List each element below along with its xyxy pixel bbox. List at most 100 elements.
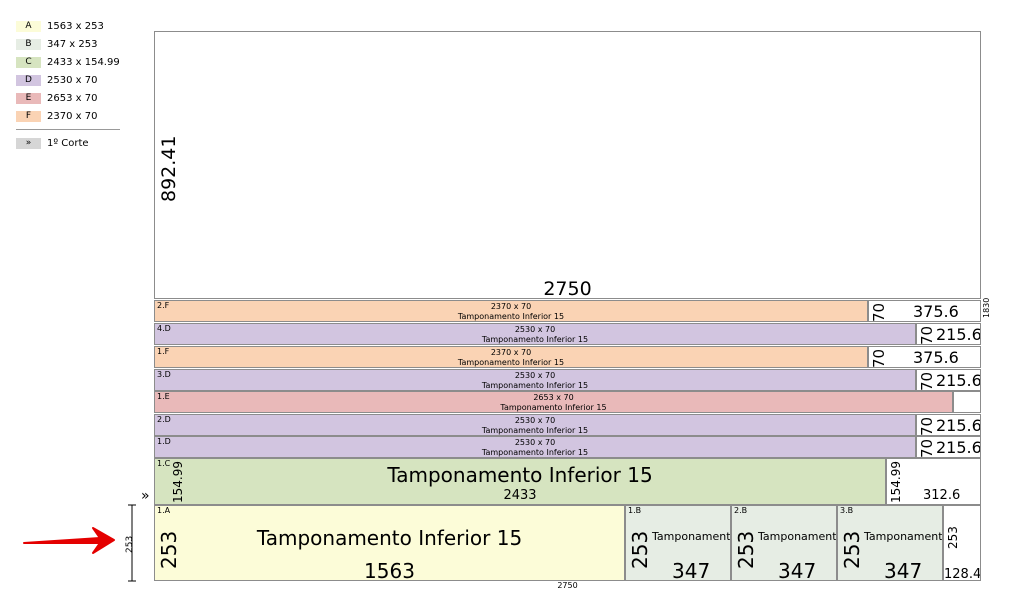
piece-size: 2530 x 70	[514, 416, 556, 425]
piece-4d[interactable]: 4.D 2530 x 70 Tamponamento Inferior 15	[154, 323, 916, 345]
piece-size: 2530 x 70	[514, 325, 556, 334]
piece-height: 253	[628, 530, 652, 569]
piece-3d[interactable]: 3.D 2530 x 70 Tamponamento Inferior 15	[154, 369, 916, 391]
piece-name: Tamponamento Inferior 15	[457, 358, 565, 367]
legend-size: 347 x 253	[47, 38, 98, 50]
piece-1e[interactable]: 1.E 2653 x 70 Tamponamento Inferior 15	[154, 391, 953, 413]
piece-1c[interactable]: 1.C 154.99 Tamponamento Inferior 15 2433	[154, 458, 886, 505]
piece-caption: 2370 x 70 Tamponamento Inferior 15	[155, 302, 867, 321]
waste-width: 128.4	[944, 567, 981, 581]
piece-id: 1.A	[157, 506, 171, 515]
piece-id: 1.B	[628, 506, 642, 515]
piece-width: 347	[884, 559, 923, 581]
piece-name: Tamponamento Inferior 15	[457, 312, 565, 321]
waste-bottom[interactable]: 253 128.4	[943, 505, 981, 581]
legend-swatch: C	[16, 56, 41, 68]
waste-1e[interactable]	[953, 391, 981, 413]
piece-name: Tamponamento	[758, 530, 837, 543]
piece-name: Tamponamento Inferior 15	[481, 426, 589, 435]
piece-3b[interactable]: 3.B 253 Tamponamento 347	[837, 505, 943, 581]
waste-height: 70	[918, 371, 936, 391]
waste-height: 70	[870, 302, 888, 322]
waste-top-height: 892.41	[158, 135, 180, 202]
piece-name: Tamponamento Inferior 15	[387, 463, 653, 487]
legend-item-b[interactable]: B 347 x 253	[16, 35, 120, 53]
waste-top-area[interactable]: 892.41 2750	[154, 31, 981, 299]
piece-size: 2370 x 70	[490, 348, 532, 357]
waste-width: 312.6	[923, 488, 961, 503]
piece-size: 2530 x 70	[514, 438, 556, 447]
piece-name: Tamponamento Inferior 15	[500, 403, 607, 412]
piece-1a[interactable]: 1.A 253 Tamponamento Inferior 15 1563	[154, 505, 625, 581]
legend-size: 2433 x 154.99	[47, 56, 120, 68]
waste-2d[interactable]: 70 215.6	[916, 414, 981, 436]
legend-item-c[interactable]: C 2433 x 154.99	[16, 53, 120, 71]
piece-id: 2.B	[734, 506, 748, 515]
legend-swatch: A	[16, 20, 41, 32]
waste-1f[interactable]: 70 375.6	[868, 346, 981, 368]
bottom-width-label: 2750	[557, 581, 578, 590]
legend-divider	[16, 129, 120, 130]
piece-name: Tamponamento	[652, 530, 731, 543]
piece-width: 1563	[364, 559, 415, 581]
waste-width: 375.6	[913, 302, 959, 321]
piece-2d[interactable]: 2.D 2530 x 70 Tamponamento Inferior 15	[154, 414, 916, 436]
piece-1b[interactable]: 1.B 253 Tamponamento 347	[625, 505, 731, 581]
piece-2f[interactable]: 2.F 2370 x 70 Tamponamento Inferior 15	[154, 300, 868, 322]
piece-name: Tamponamento Inferior 15	[256, 526, 523, 550]
waste-top-width: 2750	[543, 278, 592, 299]
legend-swatch: B	[16, 38, 41, 50]
legend-item-f[interactable]: F 2370 x 70	[16, 107, 120, 125]
piece-height: 253	[840, 530, 864, 569]
piece-name: Tamponamento Inferior 15	[481, 448, 589, 457]
piece-1f[interactable]: 1.F 2370 x 70 Tamponamento Inferior 15	[154, 346, 868, 368]
waste-height: 154.99	[889, 461, 903, 503]
waste-width: 215.6	[936, 371, 981, 390]
waste-height: 253	[946, 526, 960, 549]
legend-swatch: D	[16, 74, 41, 86]
piece-height: 253	[734, 530, 758, 569]
piece-2b[interactable]: 2.B 253 Tamponamento 347	[731, 505, 837, 581]
waste-height: 70	[918, 438, 936, 458]
waste-height: 70	[918, 325, 936, 345]
legend-size: 2530 x 70	[47, 74, 98, 86]
piece-id: 3.B	[840, 506, 854, 515]
piece-name: Tamponamento Inferior 15	[481, 381, 589, 390]
waste-width: 375.6	[913, 348, 959, 367]
legend-size: 1563 x 253	[47, 20, 104, 32]
legend-size: 2370 x 70	[47, 110, 98, 122]
waste-1c[interactable]: 154.99 312.6	[886, 458, 981, 505]
strip-height-label: 253	[125, 535, 135, 553]
piece-caption: 2530 x 70 Tamponamento Inferior 15	[155, 371, 915, 390]
piece-caption: 2653 x 70 Tamponamento Inferior 15	[155, 393, 952, 412]
legend-swatch: E	[16, 92, 41, 104]
piece-name: Tamponamento Inferior 15	[481, 335, 589, 344]
legend-item-a[interactable]: A 1563 x 253	[16, 17, 120, 35]
piece-caption: 2370 x 70 Tamponamento Inferior 15	[155, 348, 867, 367]
waste-4d[interactable]: 70 215.6	[916, 323, 981, 345]
piece-1d[interactable]: 1.D 2530 x 70 Tamponamento Inferior 15	[154, 436, 916, 458]
first-cut-button[interactable]: » 1º Corte	[16, 134, 120, 152]
waste-width: 215.6	[936, 325, 981, 344]
piece-width: 347	[778, 559, 817, 581]
legend-swatch: F	[16, 110, 41, 122]
legend-item-e[interactable]: E 2653 x 70	[16, 89, 120, 107]
piece-size: 2530 x 70	[514, 371, 556, 380]
waste-height: 70	[870, 348, 888, 368]
piece-caption: 2530 x 70 Tamponamento Inferior 15	[155, 325, 915, 344]
legend-size: 2653 x 70	[47, 92, 98, 104]
piece-size: 2653 x 70	[533, 393, 574, 402]
legend-item-d[interactable]: D 2530 x 70	[16, 71, 120, 89]
waste-2f[interactable]: 70 375.6	[868, 300, 981, 322]
piece-name: Tamponamento	[864, 530, 943, 543]
legend: A 1563 x 253 B 347 x 253 C 2433 x 154.99 D2…	[16, 17, 120, 152]
waste-width: 215.6	[936, 416, 981, 435]
sheet-height-label: 1830	[982, 297, 991, 318]
red-arrow-icon	[23, 527, 115, 554]
piece-caption: 2530 x 70 Tamponamento Inferior 15	[155, 438, 915, 457]
piece-size: 2370 x 70	[490, 302, 532, 311]
waste-1d[interactable]: 70 215.6	[916, 436, 981, 458]
piece-caption: 2530 x 70 Tamponamento Inferior 15	[155, 416, 915, 435]
waste-3d[interactable]: 70 215.6	[916, 369, 981, 391]
first-cut-label: 1º Corte	[47, 137, 89, 149]
